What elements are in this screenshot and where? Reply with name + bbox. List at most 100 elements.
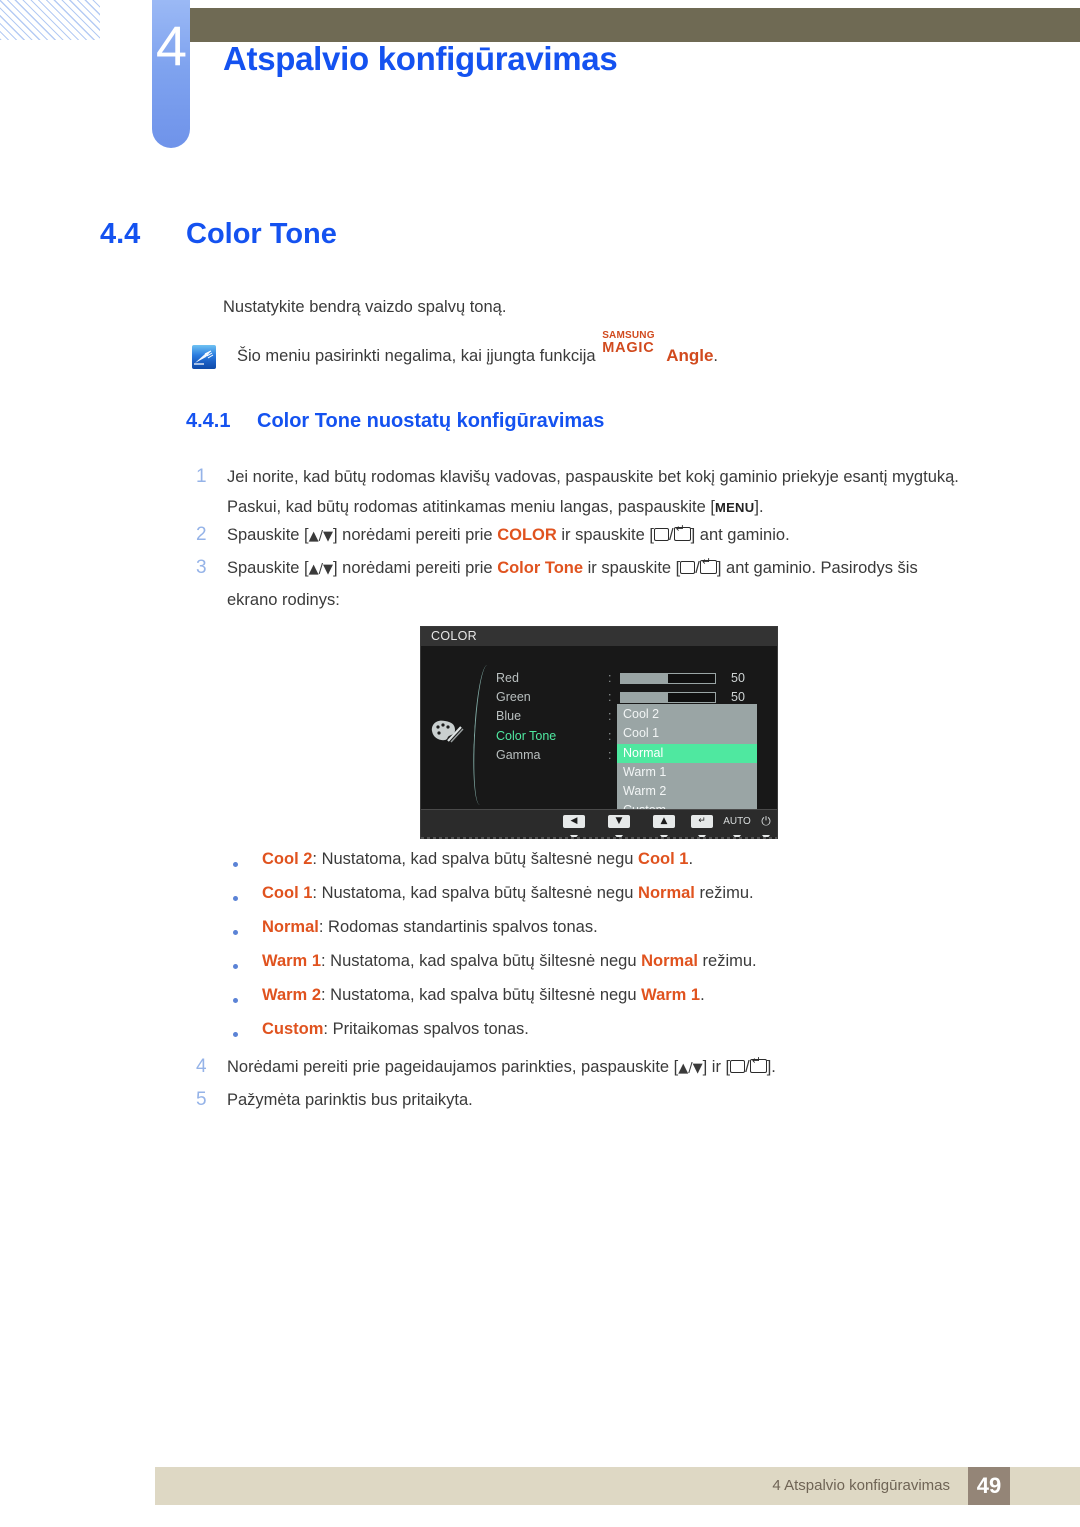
note-text: Šio meniu pasirinkti negalima, kai įjung… <box>237 331 718 366</box>
note-pen-icon <box>192 345 216 369</box>
bullet-end-0: . <box>688 850 694 868</box>
step-text-2: Spauskite [▲/▼] norėdami pereiti prie CO… <box>227 520 1017 552</box>
osd-colon-1: : <box>608 671 612 685</box>
bullet-term-5: Custom <box>262 1020 324 1038</box>
bullet-marker <box>233 998 238 1003</box>
osd-button-bar: ◀ ▼ ▲ ↵ AUTO ⏻ <box>421 809 777 840</box>
step3-b: ] norėdami pereiti prie <box>333 559 498 577</box>
dropdown-option-cool1[interactable]: Cool 1 <box>617 724 757 743</box>
up-arrow-button[interactable]: ▲ <box>651 815 677 840</box>
enter-key-icon-3 <box>749 1055 767 1073</box>
down-arrow-button[interactable]: ▼ <box>606 815 632 840</box>
step4-d: ]. <box>766 1058 776 1076</box>
dropdown-option-cool2[interactable]: Cool 2 <box>617 705 757 724</box>
bullet-term2-4: Warm 1 <box>641 986 701 1004</box>
subsection-title: Color Tone nuostatų konfigūravimas <box>257 410 605 432</box>
step2-a: Spauskite [ <box>227 526 309 544</box>
bullet-end-4: . <box>700 986 705 1004</box>
step2-b: ] norėdami pereiti prie <box>333 526 498 544</box>
enter-key-icon <box>673 523 691 541</box>
chapter-tab: 4 <box>152 0 190 148</box>
bullet-term-4: Warm 2 <box>262 986 321 1004</box>
dropdown-option-normal[interactable]: Normal <box>617 743 757 763</box>
step-text-3: Spauskite [▲/▼] norėdami pereiti prie Co… <box>227 553 1017 615</box>
logo-angle-text: Angle <box>666 346 714 365</box>
bullet-mid-5: : Pritaikomas spalvos tonas. <box>323 1020 529 1038</box>
step-text-5: Pažymėta parinktis bus pritaikyta. <box>227 1091 473 1109</box>
source-key-icon <box>654 528 669 541</box>
logo-magic-text: MAGIC <box>602 340 655 356</box>
osd-label-green[interactable]: Green <box>496 688 556 707</box>
red-value: 50 <box>731 671 745 685</box>
osd-colon-4: : <box>608 728 612 743</box>
left-arrow-button[interactable]: ◀ <box>561 815 587 840</box>
step-text-1: Jei norite, kad būtų rodomas klavišų vad… <box>227 462 1017 523</box>
osd-screenshot: COLOR Red Green Blue Color Tone Gamma : … <box>420 626 778 840</box>
list-item: Cool 2: Nustatoma, kad spalva būtų šalte… <box>262 850 693 869</box>
page-number: 49 <box>968 1467 1010 1505</box>
power-button[interactable]: ⏻ <box>757 815 775 840</box>
dropdown-option-warm2[interactable]: Warm 2 <box>617 782 757 801</box>
bullet-term-2: Normal <box>262 918 319 936</box>
bullet-mid-0: : Nustatoma, kad spalva būtų šaltesnė ne… <box>312 850 639 868</box>
step4-b: ] ir [ <box>702 1058 731 1076</box>
bullet-end-1: režimu. <box>694 884 754 902</box>
list-item: Warm 2: Nustatoma, kad spalva būtų šilte… <box>262 986 705 1005</box>
osd-title-bar: COLOR <box>421 627 777 646</box>
bullet-marker <box>233 862 238 867</box>
bullet-mid-4: : Nustatoma, kad spalva būtų šiltesnė ne… <box>321 986 642 1004</box>
updown-keys-icon-2: ▲/▼ <box>308 562 334 577</box>
bullet-term2-0: Cool 1 <box>638 850 689 868</box>
osd-colon-column: : : : : : <box>608 669 611 765</box>
green-value: 50 <box>731 690 745 704</box>
source-key-icon-3 <box>730 1060 746 1073</box>
enter-button[interactable]: ↵ <box>689 815 715 840</box>
bullet-term2-1: Normal <box>638 884 695 902</box>
bullet-term-1: Cool 1 <box>262 884 313 902</box>
red-slider[interactable] <box>620 673 716 684</box>
color-tone-dropdown[interactable]: Cool 2 Cool 1 Normal Warm 1 Warm 2 Custo… <box>617 704 757 822</box>
enter-key-icon-2 <box>699 556 717 574</box>
osd-colon-3: : <box>608 709 612 724</box>
dropdown-option-warm1[interactable]: Warm 1 <box>617 763 757 782</box>
step2-c: ir spauskite [ <box>556 526 654 544</box>
bullet-term2-3: Normal <box>641 952 698 970</box>
step-number-4: 4 <box>196 1056 207 1077</box>
chapter-number: 4 <box>155 14 187 77</box>
bullet-term-0: Cool 2 <box>262 850 313 868</box>
page-title: Color Tone <box>186 218 337 250</box>
header-olive-bar <box>186 8 1080 42</box>
osd-colon-5: : <box>608 747 612 762</box>
step-number-5: 5 <box>196 1089 207 1110</box>
updown-keys-icon-3: ▲/▼ <box>678 1061 703 1076</box>
step-number-1: 1 <box>196 466 207 487</box>
osd-label-color-tone[interactable]: Color Tone <box>496 727 556 746</box>
step2-highlight: COLOR <box>497 526 557 544</box>
bullet-marker <box>233 964 238 969</box>
step-text-4: Norėdami pereiti prie pageidaujamos pari… <box>227 1052 1017 1084</box>
bullet-end-3: režimu. <box>697 952 757 970</box>
step1-line2-a: Paskui, kad būtų rodomas atitinkamas men… <box>227 498 715 516</box>
intro-paragraph: Nustatykite bendrą vaizdo spalvų toną. <box>223 298 507 316</box>
green-slider[interactable] <box>620 692 716 703</box>
osd-label-blue[interactable]: Blue <box>496 707 556 726</box>
updown-keys-icon: ▲/▼ <box>308 529 334 544</box>
osd-label-gamma[interactable]: Gamma <box>496 746 556 765</box>
source-key-icon-2 <box>680 561 696 574</box>
bullet-marker <box>233 896 238 901</box>
step4-a: Norėdami pereiti prie pageidaujamos pari… <box>227 1058 679 1076</box>
slash-1: / <box>669 526 674 544</box>
subsection-number: 4.4.1 <box>186 410 231 432</box>
note-text-before: Šio meniu pasirinkti negalima, kai įjung… <box>237 347 601 365</box>
osd-arc-decoration <box>470 665 497 805</box>
osd-bottom-strip <box>421 837 777 839</box>
footer-chapter-label: 4 Atspalvio konfigūravimas <box>772 1477 950 1494</box>
auto-button[interactable]: AUTO <box>720 815 754 840</box>
osd-colon-2: : <box>608 690 612 705</box>
osd-label-red[interactable]: Red <box>496 669 556 688</box>
magic-angle-logo: SAMSUNG MAGIC <box>602 331 666 361</box>
bullet-marker <box>233 930 238 935</box>
step-number-2: 2 <box>196 524 207 545</box>
menu-key-label: MENU <box>714 500 755 515</box>
section-number: 4.4 <box>100 218 141 250</box>
